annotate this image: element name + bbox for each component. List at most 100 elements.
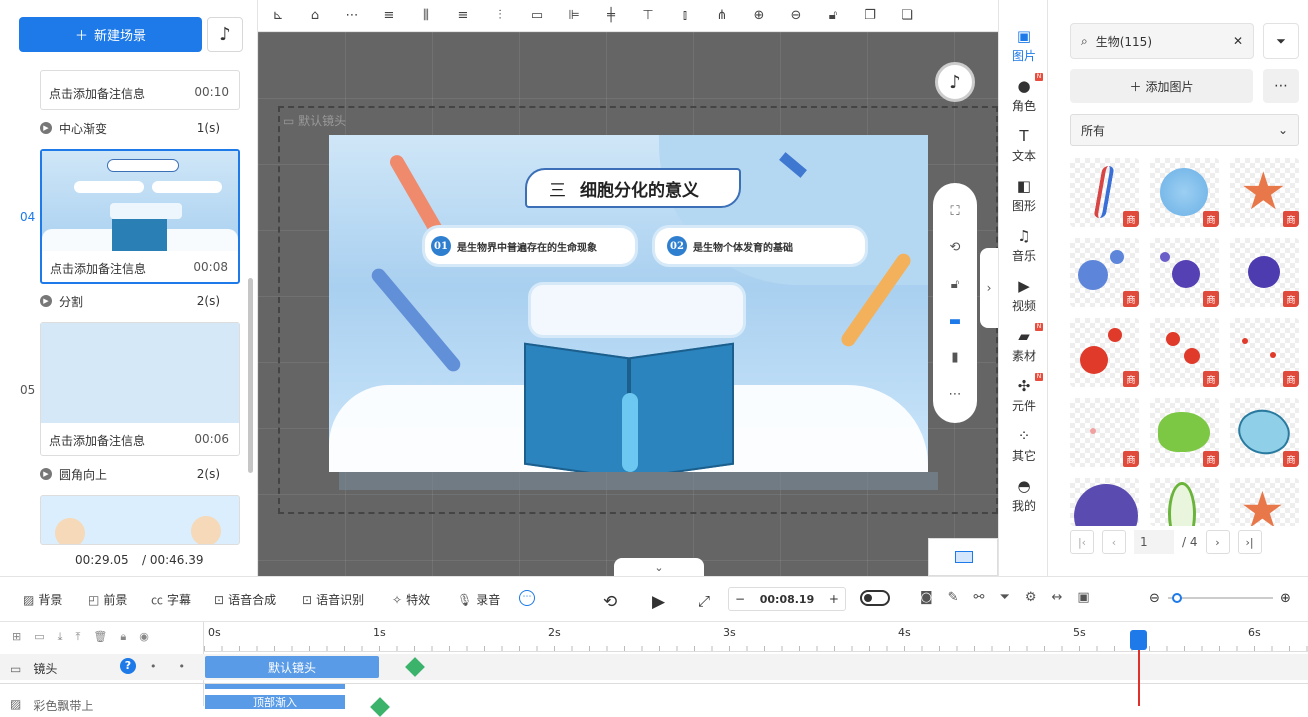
scene-scrollbar[interactable] <box>248 278 253 473</box>
time-stepper[interactable]: − 00:08.19 + <box>728 587 846 611</box>
asset-thumbnail[interactable]: ★ 商 <box>1230 158 1299 227</box>
zoom-slider[interactable] <box>1168 597 1273 599</box>
scene-card[interactable]: 点击添加备注信息 00:06 <box>40 322 240 456</box>
filter-icon[interactable]: ⏷ <box>999 590 1009 605</box>
scene-note[interactable]: 点击添加备注信息 <box>50 260 146 277</box>
foreground-button[interactable]: ◰ 前景 <box>88 591 127 608</box>
filter-button[interactable]: ⏷ <box>1263 23 1299 59</box>
resize-icon[interactable]: ▭ <box>527 8 547 23</box>
replay-icon[interactable]: ⟲ <box>603 592 617 612</box>
asset-thumbnail[interactable]: 商 <box>1150 238 1219 307</box>
point-card-1[interactable]: 01 是生物界中普遍存在的生命现象 <box>425 228 635 264</box>
play-icon[interactable]: ▶ <box>652 592 665 612</box>
folder-icon[interactable]: ▭ <box>34 630 44 644</box>
more-button[interactable]: ⋯ <box>1263 69 1299 103</box>
prev-page-button[interactable]: ‹ <box>1102 530 1126 554</box>
zoom-slider-handle[interactable] <box>1172 593 1182 603</box>
tab-component[interactable]: ✣ 元件 N <box>999 373 1049 414</box>
clear-icon[interactable]: ✕ <box>1233 34 1243 48</box>
asset-thumbnail[interactable]: 商 <box>1150 398 1219 467</box>
transition-item[interactable]: ▶ 中心渐变 1(s) <box>40 119 240 137</box>
tab-text[interactable]: T 文本 <box>999 127 1049 164</box>
minimap[interactable] <box>928 538 998 576</box>
add-folder-icon[interactable]: ⊞ <box>12 630 21 644</box>
align-icon[interactable]: ⊾ <box>268 8 288 23</box>
tab-other[interactable]: ⁘ 其它 <box>999 427 1049 464</box>
tab-mine[interactable]: ◓ 我的 <box>999 477 1049 514</box>
eye-icon[interactable]: ◉ <box>139 630 149 644</box>
hdist-icon[interactable]: ⋔ <box>712 8 732 23</box>
background-music-button[interactable]: ♪ <box>935 62 975 102</box>
paste-icon[interactable]: ❏ <box>897 8 917 23</box>
add-image-button[interactable]: ＋添加图片 <box>1070 69 1253 103</box>
lock-icon[interactable]: 🔒︎ <box>120 630 126 644</box>
new-scene-button[interactable]: ＋新建场景 <box>19 17 202 52</box>
lock-icon[interactable]: 🔓︎ <box>951 277 959 292</box>
expand-icon[interactable]: ⤢ <box>698 592 710 610</box>
scene-note[interactable]: 点击添加备注信息 <box>49 85 145 102</box>
scene-card-selected[interactable]: 点击添加备注信息 00:08 <box>40 149 240 284</box>
scene-note[interactable]: 点击添加备注信息 <box>49 432 145 449</box>
last-page-button[interactable]: ›| <box>1237 530 1262 554</box>
transition-item[interactable]: ▶ 圆角向上 2(s) <box>40 465 240 483</box>
rotate-icon[interactable]: ⟲ <box>950 240 961 255</box>
fullscreen-icon[interactable]: ⛶ <box>950 204 959 219</box>
phone-icon[interactable]: ▮ <box>951 350 958 365</box>
plus-icon[interactable]: + <box>829 592 839 606</box>
collapse-bottom-button[interactable]: ⌄ <box>614 558 704 576</box>
align-left-icon[interactable]: ⊫ <box>564 8 584 23</box>
more-icon[interactable]: ⋯ <box>519 590 535 606</box>
asset-thumbnail[interactable]: 商 <box>1070 398 1139 467</box>
asset-thumbnail[interactable]: 商 <box>1150 318 1219 387</box>
record-button[interactable]: 🎙︎ 录音 <box>457 591 500 608</box>
help-icon[interactable]: ? <box>120 658 136 674</box>
slide-title-box[interactable]: 三 细胞分化的意义 <box>525 168 741 208</box>
effects-button[interactable]: ✧ 特效 <box>392 591 430 608</box>
subtitle-button[interactable]: ㏄字幕 <box>151 591 191 608</box>
link-icon[interactable]: ⚯ <box>974 590 985 605</box>
asset-thumbnail[interactable]: 商 <box>1230 238 1299 307</box>
asset-thumbnail[interactable]: 商 <box>1150 158 1219 227</box>
point-card-2[interactable]: 02 是生物个体发育的基础 <box>655 228 865 264</box>
tab-character[interactable]: ● 角色 N <box>999 73 1049 114</box>
expand-right-button[interactable]: › <box>980 248 998 328</box>
align-bottom-icon[interactable]: ≡ <box>453 8 473 23</box>
asr-button[interactable]: ⊡ 语音识别 <box>302 591 364 608</box>
align-right-icon[interactable]: ⊤ <box>638 8 658 23</box>
first-page-button[interactable]: |‹ <box>1070 530 1094 554</box>
asset-thumbnail[interactable]: 商 <box>1230 398 1299 467</box>
track-row[interactable] <box>0 654 1308 680</box>
fit-icon[interactable]: ↔ <box>1052 590 1063 605</box>
monitor-icon[interactable]: ▬ <box>949 314 961 329</box>
search-input[interactable]: ⌕ 生物(115) ✕ <box>1070 23 1254 59</box>
tab-music[interactable]: ♫ 音乐 <box>999 227 1049 264</box>
distribute-icon[interactable]: ⫶ <box>490 8 510 23</box>
timeline-clip[interactable]: 顶部渐入 <box>205 695 345 709</box>
zoom-in-icon[interactable]: ⊕ <box>749 8 769 23</box>
asset-thumbnail[interactable]: 商 <box>1070 238 1139 307</box>
time-value[interactable]: 00:08.19 <box>760 593 815 606</box>
tts-button[interactable]: ⊡ 语音合成 <box>214 591 276 608</box>
slide-preview[interactable]: 三 细胞分化的意义 01 是生物界中普遍存在的生命现象 02 是生物个体发育的基… <box>329 135 928 472</box>
more-icon[interactable]: ⋯ <box>949 387 962 402</box>
tab-video[interactable]: ▶ 视频 <box>999 277 1049 314</box>
move-up-icon[interactable]: ⤒ <box>76 630 81 644</box>
music-button[interactable]: ♪ <box>207 17 243 52</box>
copy-icon[interactable]: ❐ <box>860 8 880 23</box>
asset-thumbnail[interactable] <box>1070 478 1139 526</box>
page-input[interactable]: 1 <box>1134 530 1174 554</box>
settings-icon[interactable]: ⚙ <box>1025 590 1037 605</box>
scene-card[interactable]: 点击添加备注信息 00:10 <box>40 70 240 110</box>
zoom-out-icon[interactable]: ⊖ <box>1149 591 1160 606</box>
dot-icon[interactable]: • <box>150 660 157 673</box>
next-page-button[interactable]: › <box>1205 530 1230 554</box>
scene-card[interactable] <box>40 495 240 545</box>
edit-icon[interactable]: ✎ <box>948 590 959 605</box>
toggle-switch[interactable] <box>860 590 890 606</box>
background-button[interactable]: ▨ 背景 <box>23 591 62 608</box>
dot-icon[interactable]: • <box>179 660 186 673</box>
playhead-handle[interactable] <box>1130 630 1147 650</box>
tab-material[interactable]: ▰ 素材 N <box>999 323 1049 364</box>
transition-item[interactable]: ▶ 分割 2(s) <box>40 292 240 310</box>
move-down-icon[interactable]: ⤓ <box>58 630 63 644</box>
